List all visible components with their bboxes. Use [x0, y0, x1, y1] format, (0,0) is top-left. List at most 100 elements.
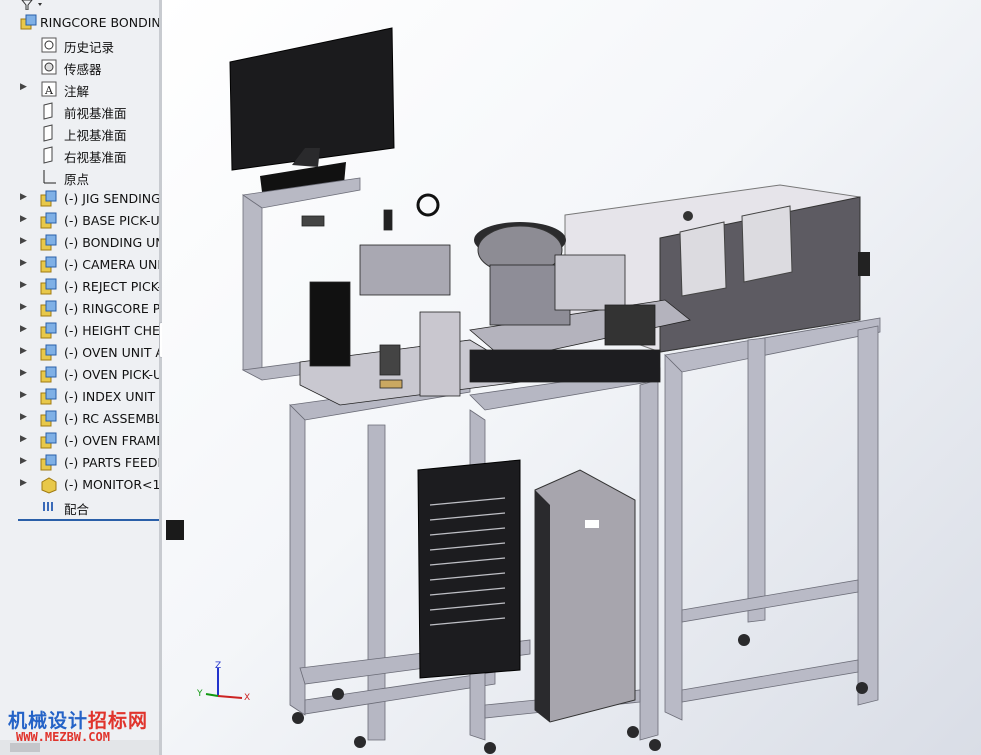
expand-arrow-icon[interactable]: ▶ — [20, 192, 27, 202]
tree-item[interactable]: ▶ (-) OVEN UNIT A — [0, 342, 159, 364]
tree-item[interactable]: ▶ (-) JIG SENDING — [0, 188, 159, 210]
tree-item-label: (-) BONDING UN — [64, 235, 159, 250]
tree-item[interactable]: 原点 — [0, 166, 159, 188]
tree-item-label: (-) PARTS FEEDE — [64, 455, 159, 470]
tree-item-label: (-) RC ASSEMBL — [64, 411, 159, 426]
tree-item-label: 上视基准面 — [64, 128, 127, 143]
tree-item[interactable]: ▶ (-) OVEN PICK-U — [0, 364, 159, 386]
tree-item[interactable]: ▶ (-) OVEN FRAME — [0, 430, 159, 452]
expand-arrow-icon[interactable]: ▶ — [20, 390, 27, 400]
tree-item-label: (-) HEIGHT CHEC — [64, 323, 159, 338]
axis-z-label: Z — [215, 661, 221, 671]
tree-item[interactable]: ▶ (-) HEIGHT CHEC — [0, 320, 159, 342]
expand-arrow-icon[interactable]: ▶ — [20, 302, 27, 312]
tree-item-label: (-) CAMERA UNI — [64, 257, 159, 272]
plane-icon — [43, 124, 53, 142]
subassembly-icon — [40, 344, 57, 361]
site-watermark: 机械设计招标网 WWW.MEZBW.COM — [6, 706, 156, 751]
tree-item-label: (-) JIG SENDING — [64, 191, 159, 206]
tree-item[interactable]: ▶ (-) BONDING UN — [0, 232, 159, 254]
axis-triad[interactable]: Z X Y — [178, 660, 250, 708]
tree-item-label: (-) RINGCORE PI — [64, 301, 159, 316]
tree-item[interactable]: ▶ (-) PARTS FEEDE — [0, 452, 159, 474]
tree-end-divider — [18, 519, 159, 521]
tree-item-label: (-) INDEX UNIT A — [64, 389, 159, 404]
watermark-title-a: 机械设计 — [8, 710, 89, 732]
watermark-url: WWW.MEZBW.COM — [16, 730, 110, 744]
part-icon — [41, 477, 57, 494]
tree-item[interactable]: 上视基准面 — [0, 122, 159, 144]
subassembly-icon — [40, 300, 57, 317]
filter-icon[interactable] — [18, 0, 48, 10]
axis-y-label: Y — [196, 689, 203, 699]
subassembly-icon — [40, 410, 57, 427]
subassembly-icon — [40, 234, 57, 251]
origin-icon — [43, 170, 56, 184]
tree-item[interactable]: ▶ A 注解 — [0, 78, 159, 100]
history-icon — [41, 37, 57, 53]
tree-root-assembly[interactable]: RINGCORE BONDIN — [0, 12, 159, 34]
tree-item-label: 前视基准面 — [64, 106, 127, 121]
tree-item-label: (-) OVEN FRAME — [64, 433, 159, 448]
expand-arrow-icon[interactable]: ▶ — [20, 456, 27, 466]
tree-item[interactable]: ▶ (-) CAMERA UNI — [0, 254, 159, 276]
tree-item[interactable]: ▶ (-) RINGCORE PI — [0, 298, 159, 320]
subassembly-icon — [40, 190, 57, 207]
oven-frame — [664, 317, 881, 721]
subassembly-icon — [40, 454, 57, 471]
tree-item[interactable]: ▶ (-) INDEX UNIT A — [0, 386, 159, 408]
subassembly-icon — [40, 256, 57, 273]
expand-arrow-icon[interactable]: ▶ — [20, 280, 27, 290]
subassembly-icon — [40, 212, 57, 229]
plane-icon — [43, 146, 53, 164]
machine-model — [166, 27, 881, 754]
tree-item[interactable]: 传感器 — [0, 56, 159, 78]
tree-item[interactable]: 前视基准面 — [0, 100, 159, 122]
plane-icon — [43, 102, 53, 120]
subassembly-icon — [40, 322, 57, 339]
tree-item[interactable]: 右视基准面 — [0, 144, 159, 166]
mates-icon — [43, 502, 53, 511]
subassembly-icon — [40, 278, 57, 295]
expand-arrow-icon[interactable]: ▶ — [20, 214, 27, 224]
tree-item[interactable]: ▶ (-) RC ASSEMBL — [0, 408, 159, 430]
tree-item-label: (-) MONITOR<1 — [64, 477, 159, 492]
expand-arrow-icon[interactable]: ▶ — [20, 324, 27, 334]
tree-item[interactable]: 历史记录 — [0, 34, 159, 56]
tree-item-label: (-) REJECT PICK- — [64, 279, 159, 294]
tree-item[interactable]: 配合 — [0, 496, 159, 518]
tree-root-label: RINGCORE BONDIN — [40, 15, 159, 30]
tree-item-label: (-) OVEN PICK-U — [64, 367, 159, 382]
graphics-viewport[interactable]: Z X Y — [162, 0, 981, 755]
axis-x-label: X — [244, 693, 250, 703]
tree-item-label: 原点 — [64, 172, 90, 187]
subassembly-icon — [40, 432, 57, 449]
tree-item-label: 注解 — [64, 84, 90, 99]
assembly-icon — [20, 14, 37, 30]
tree-item-label: 历史记录 — [64, 40, 115, 55]
tree-item-label: 配合 — [64, 502, 90, 517]
expand-arrow-icon[interactable]: ▶ — [20, 434, 27, 444]
annotation-icon: A — [41, 81, 57, 97]
tree-item-label: (-) BASE PICK-UI — [64, 213, 159, 228]
tree-item[interactable]: ▶ (-) MONITOR<1 — [0, 474, 159, 496]
feature-tree-panel: RINGCORE BONDIN 历史记录传感器 ▶ A 注解前视基准面上视基准面右视基… — [0, 0, 159, 755]
sensor-icon — [41, 59, 57, 75]
watermark-title-b: 招标网 — [88, 710, 149, 732]
expand-arrow-icon[interactable]: ▶ — [20, 82, 27, 92]
expand-arrow-icon[interactable]: ▶ — [20, 236, 27, 246]
subassembly-icon — [40, 366, 57, 383]
expand-arrow-icon[interactable]: ▶ — [20, 346, 27, 356]
tree-item[interactable]: ▶ (-) REJECT PICK- — [0, 276, 159, 298]
expand-arrow-icon[interactable]: ▶ — [20, 258, 27, 268]
svg-text:A: A — [44, 84, 54, 97]
tree-item-label: 传感器 — [64, 62, 102, 77]
expand-arrow-icon[interactable]: ▶ — [20, 412, 27, 422]
tree-item[interactable]: ▶ (-) BASE PICK-UI — [0, 210, 159, 232]
expand-arrow-icon[interactable]: ▶ — [20, 368, 27, 378]
monitor-screen — [229, 27, 395, 192]
expand-arrow-icon[interactable]: ▶ — [20, 478, 27, 488]
watermark-title: 机械设计招标网 — [8, 706, 148, 733]
tree-item-label: 右视基准面 — [64, 150, 127, 165]
tree-item-label: (-) OVEN UNIT A — [64, 345, 159, 360]
